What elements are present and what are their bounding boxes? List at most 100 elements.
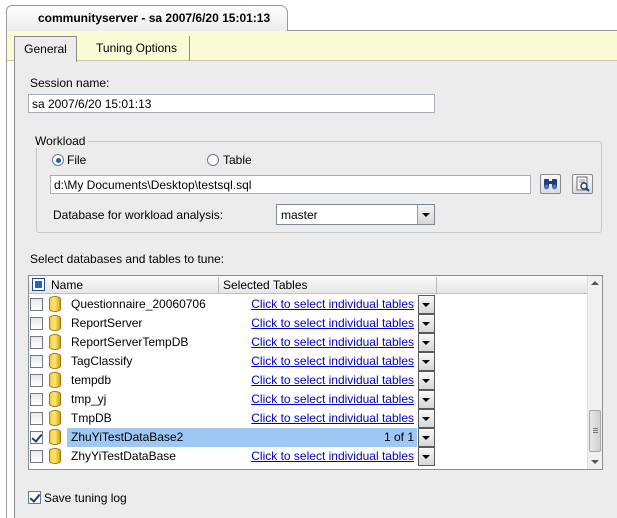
database-name: TagClassify xyxy=(71,354,133,368)
column-header-name[interactable]: Name xyxy=(51,278,83,292)
tab-general[interactable]: General xyxy=(14,36,77,62)
select-tables-link[interactable]: Click to select individual tables xyxy=(251,335,414,349)
tables-dropdown-button[interactable] xyxy=(418,352,435,371)
row-checkbox[interactable] xyxy=(30,450,43,463)
workload-database-value: master xyxy=(281,208,318,222)
grid-caption: Select databases and tables to tune: xyxy=(30,252,225,266)
dropdown-arrow-icon xyxy=(422,303,430,307)
session-name-label: Session name: xyxy=(30,76,110,90)
document-tab[interactable]: communityserver - sa 2007/6/20 15:01:13 xyxy=(6,5,288,31)
tables-dropdown-button[interactable] xyxy=(418,390,435,409)
select-tables-link[interactable]: Click to select individual tables xyxy=(251,392,414,406)
workload-database-select[interactable]: master xyxy=(276,204,435,225)
database-name: tmp_yj xyxy=(71,392,107,406)
tables-dropdown-button[interactable] xyxy=(418,314,435,333)
table-row[interactable]: TmpDB Click to select individual tables xyxy=(29,409,587,428)
dropdown-arrow-icon xyxy=(422,417,430,421)
tab-tuning-options-label: Tuning Options xyxy=(96,41,177,55)
select-tables-link[interactable]: Click to select individual tables xyxy=(251,297,414,311)
dropdown-arrow-icon xyxy=(422,341,430,345)
selected-tables-cell[interactable]: Click to select individual tables xyxy=(219,409,417,428)
browse-binoculars-icon xyxy=(544,179,557,190)
file-radio[interactable] xyxy=(52,154,64,166)
save-tuning-log-checkbox[interactable] xyxy=(28,491,41,504)
selected-tables-cell[interactable]: Click to select individual tables xyxy=(219,447,417,466)
file-radio-label: File xyxy=(67,153,87,167)
column-header-selected-tables[interactable]: Selected Tables xyxy=(223,278,308,292)
dropdown-arrow-icon xyxy=(422,398,430,402)
table-row[interactable]: ZhuYiTestDataBase2 1 of 1 xyxy=(29,428,587,447)
dropdown-arrow-icon xyxy=(422,436,430,440)
table-row[interactable]: ReportServerTempDB Click to select indivi… xyxy=(29,333,587,352)
database-name: TmpDB xyxy=(71,411,112,425)
table-radio-label: Table xyxy=(223,153,252,167)
scrollbar-thumb[interactable] xyxy=(589,410,601,452)
row-checkbox[interactable] xyxy=(30,355,43,368)
table-row[interactable]: ZhyYiTestDataBase Click to select individ… xyxy=(29,447,587,466)
workload-database-label: Database for workload analysis: xyxy=(53,208,224,222)
database-grid: Name Selected Tables Questionnaire_20060… xyxy=(28,275,603,470)
selected-tables-cell[interactable]: Click to select individual tables xyxy=(219,352,417,371)
table-row[interactable]: TagClassify Click to select individual ta… xyxy=(29,352,587,371)
row-checkbox[interactable] xyxy=(30,374,43,387)
selected-tables-cell[interactable]: Click to select individual tables xyxy=(219,295,417,314)
tables-dropdown-button[interactable] xyxy=(418,371,435,390)
selected-tables-cell[interactable]: Click to select individual tables xyxy=(219,314,417,333)
preview-document-icon xyxy=(576,176,590,192)
database-name: tempdb xyxy=(71,373,112,387)
grid-header: Name Selected Tables xyxy=(29,276,587,294)
dropdown-arrow-icon xyxy=(422,379,430,383)
row-checkbox[interactable] xyxy=(30,393,43,406)
tab-general-label: General xyxy=(24,42,67,56)
row-checkbox[interactable] xyxy=(30,298,43,311)
tables-dropdown-button[interactable] xyxy=(418,333,435,352)
workload-file-input[interactable]: d:\My Documents\Desktop\testsql.sql xyxy=(50,175,531,194)
selected-tables-cell[interactable]: Click to select individual tables xyxy=(219,371,417,390)
tables-dropdown-button[interactable] xyxy=(418,409,435,428)
table-row[interactable]: tmp_yj Click to select individual tables xyxy=(29,390,587,409)
select-tables-link[interactable]: Click to select individual tables xyxy=(251,449,414,463)
database-icon xyxy=(49,296,61,312)
row-checkbox[interactable] xyxy=(30,431,43,444)
dropdown-arrow-icon xyxy=(422,322,430,326)
selected-tables-cell[interactable]: Click to select individual tables xyxy=(219,333,417,352)
table-row[interactable]: ReportServer Click to select individual t… xyxy=(29,314,587,333)
select-tables-link[interactable]: Click to select individual tables xyxy=(251,373,414,387)
select-tables-link[interactable]: Click to select individual tables xyxy=(251,354,414,368)
table-row[interactable]: Questionnaire_20060706 Click to select in… xyxy=(29,295,587,314)
selected-tables-cell[interactable]: 1 of 1 xyxy=(219,428,417,447)
database-name: ReportServerTempDB xyxy=(71,335,189,349)
tab-tuning-options[interactable]: Tuning Options xyxy=(84,36,190,61)
preview-button[interactable] xyxy=(572,174,593,194)
selected-tables-count: 1 of 1 xyxy=(383,430,414,444)
selected-tables-cell[interactable]: Click to select individual tables xyxy=(219,390,417,409)
tables-dropdown-button[interactable] xyxy=(418,295,435,314)
table-row[interactable]: tempdb Click to select individual tables xyxy=(29,371,587,390)
select-all-checkbox[interactable] xyxy=(32,278,45,291)
database-icon xyxy=(49,391,61,407)
grid-vertical-scrollbar[interactable] xyxy=(587,276,602,469)
scroll-down-icon[interactable] xyxy=(591,460,599,464)
database-name: Questionnaire_20060706 xyxy=(71,297,206,311)
workload-group-label: Workload xyxy=(32,134,89,148)
tables-dropdown-button[interactable] xyxy=(418,447,435,466)
database-icon xyxy=(49,315,61,331)
browse-button[interactable] xyxy=(540,174,561,194)
tables-dropdown-button[interactable] xyxy=(418,428,435,447)
database-name: ReportServer xyxy=(71,316,143,330)
row-checkbox[interactable] xyxy=(30,317,43,330)
scroll-up-icon[interactable] xyxy=(591,281,599,285)
database-icon xyxy=(49,429,61,445)
save-tuning-log-label: Save tuning log xyxy=(44,491,127,505)
session-name-input[interactable]: sa 2007/6/20 15:01:13 xyxy=(28,94,435,113)
dropdown-arrow-icon xyxy=(422,455,430,459)
database-icon xyxy=(49,448,61,464)
select-tables-link[interactable]: Click to select individual tables xyxy=(251,411,414,425)
database-name: ZhyYiTestDataBase xyxy=(71,449,176,463)
select-tables-link[interactable]: Click to select individual tables xyxy=(251,316,414,330)
row-checkbox[interactable] xyxy=(30,336,43,349)
database-name: ZhuYiTestDataBase2 xyxy=(67,428,219,447)
row-checkbox[interactable] xyxy=(30,412,43,425)
table-radio[interactable] xyxy=(207,154,219,166)
document-tab-title: communityserver - sa 2007/6/20 15:01:13 xyxy=(38,11,271,25)
